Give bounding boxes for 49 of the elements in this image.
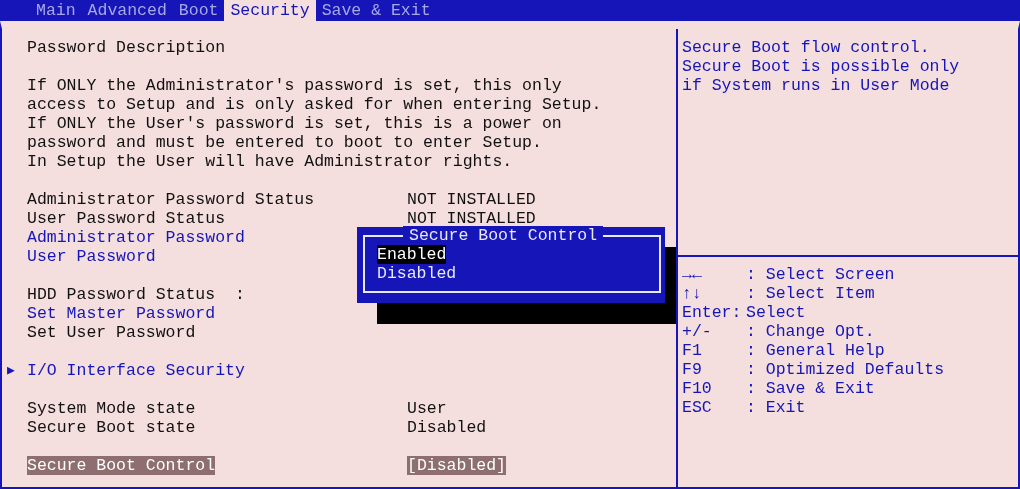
key-name: F1	[682, 341, 703, 360]
key-action: : General Help	[746, 341, 885, 360]
setting-item[interactable]: Set Master Password	[27, 304, 216, 323]
key-action: : Select Item	[746, 284, 875, 303]
setting-item[interactable]: User Password	[27, 247, 156, 266]
description-text: access to Setup and is only asked for when entering Setup.	[27, 95, 602, 114]
key-action: : Select Screen	[746, 265, 895, 284]
menu-tab[interactable]: Security	[224, 0, 316, 21]
description-text: In Setup the User will have Administrator rights.	[27, 152, 513, 171]
help-text: Secure Boot flow control.	[682, 38, 930, 57]
key-name: Enter:	[682, 303, 743, 322]
key-action: : Save & Exit	[746, 379, 875, 398]
menu-tab[interactable]: Main	[30, 0, 82, 21]
popup-option[interactable]: Disabled	[377, 264, 457, 283]
setting-value: [Disabled]	[407, 456, 507, 475]
menu-tab[interactable]: Advanced	[81, 0, 173, 21]
key-name: F10	[682, 379, 713, 398]
key-name: F9	[682, 360, 703, 379]
setting-value: Disabled	[407, 418, 487, 437]
setting-label: User Password Status	[27, 209, 226, 228]
key-action: Select	[746, 303, 806, 322]
key-name: +/-	[682, 322, 713, 341]
setting-item[interactable]: Administrator Password	[27, 228, 245, 247]
key-action: : Optimized Defaults	[746, 360, 945, 379]
setting-label: Secure Boot state	[27, 418, 196, 437]
menu-tab[interactable]: Save & Exit	[315, 0, 437, 21]
help-text: if System runs in User Mode	[682, 76, 950, 95]
setting-item[interactable]: I/O Interface Security	[27, 361, 245, 380]
menu-tab[interactable]: Boot	[172, 0, 225, 21]
setting-item[interactable]: Secure Boot Control	[27, 456, 216, 475]
description-text: password and must be entered to boot to enter Setup.	[27, 133, 542, 152]
help-text: Secure Boot is possible only	[682, 57, 960, 76]
description-text: If ONLY the Administrator's password is set, this only	[27, 76, 562, 95]
key-action: : Change Opt.	[746, 322, 875, 341]
setting-value: NOT INSTALLED	[407, 190, 536, 209]
setting-value: User	[407, 399, 447, 418]
description-text: Set User Password	[27, 323, 196, 342]
key-name: ↑↓	[682, 284, 703, 303]
setting-label: Administrator Password Status	[27, 190, 315, 209]
key-name: ESC	[682, 398, 713, 417]
setting-label: System Mode state	[27, 399, 196, 418]
key-name: →←	[682, 265, 703, 284]
setting-value: NOT INSTALLED	[407, 209, 536, 228]
description-text: HDD Password Status :	[27, 285, 245, 304]
section-heading: Password Description	[27, 38, 226, 57]
key-action: : Exit	[746, 398, 806, 417]
popup-option[interactable]: Enabled	[377, 245, 447, 264]
submenu-arrow: ▶	[7, 362, 15, 380]
description-text: If ONLY the User's password is set, this is a power on	[27, 114, 562, 133]
